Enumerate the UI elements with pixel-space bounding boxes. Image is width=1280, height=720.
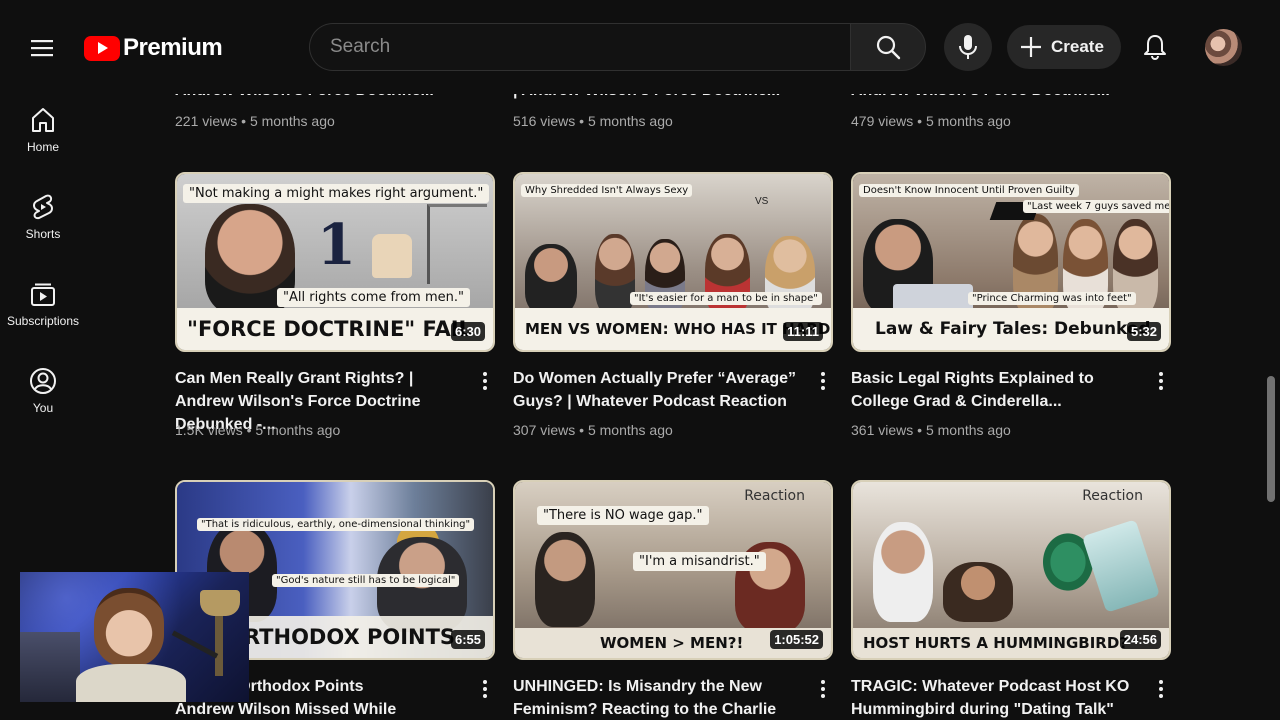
more-actions-button[interactable] (477, 370, 493, 392)
create-label: Create (1051, 37, 1104, 56)
menu-button[interactable] (24, 30, 60, 66)
video-title[interactable]: TRAGIC: Whatever Podcast Host KO Humming… (851, 675, 1141, 720)
play-logo-icon (84, 35, 120, 61)
video-title[interactable]: Basic Legal Rights Explained to College … (851, 367, 1141, 413)
upload-age: 5 months ago (249, 113, 335, 129)
thumb-quote: Why Shredded Isn't Always Sexy (521, 184, 693, 197)
duration-badge: 1:05:52 (770, 630, 823, 649)
upload-age: 5 months ago (255, 422, 341, 438)
video-thumbnail[interactable]: 1 "Not making a might makes right argume… (175, 172, 495, 352)
you-icon (30, 368, 56, 394)
scrollbar-thumb[interactable] (1267, 376, 1275, 502)
video-thumbnail[interactable]: Reaction "There is NO wage gap." "I'm a … (513, 480, 833, 660)
video-thumbnail[interactable]: Why Shredded Isn't Always Sexy VS "It's … (513, 172, 833, 352)
youtube-premium-logo[interactable]: Premium (84, 33, 223, 63)
sidebar-label-you: You (32, 401, 54, 415)
sidebar-label-subscriptions: Subscriptions (6, 314, 80, 328)
webcam-lamp-shade (200, 590, 240, 616)
search-box (309, 23, 850, 71)
search-input[interactable] (310, 24, 850, 70)
video-thumbnail[interactable]: Doesn't Know Innocent Until Proven Guilt… (851, 172, 1171, 352)
reaction-tag: Reaction (744, 488, 805, 504)
voice-search-button[interactable] (944, 23, 992, 71)
search-button[interactable] (850, 23, 926, 71)
video-meta: 361 views • 5 months ago (851, 422, 1011, 438)
thumb-quote: "Not making a might makes right argument… (183, 184, 490, 203)
more-actions-button[interactable] (815, 678, 831, 700)
hamburger-icon (31, 40, 53, 57)
brand-label: Premium (123, 34, 223, 61)
video-meta: 1.5K views • 5 months ago (175, 422, 341, 438)
video-meta: 307 views • 5 months ago (513, 422, 673, 438)
sidebar-label-shorts: Shorts (25, 227, 61, 241)
plus-icon (1021, 37, 1041, 57)
duration-badge: 5:32 (1126, 322, 1161, 341)
thumb-vs: VS (755, 196, 769, 207)
duration-badge: 11:11 (783, 322, 823, 341)
reaction-tag: Reaction (1082, 488, 1143, 504)
thumb-quote: "All rights come from men." (277, 288, 470, 307)
video-meta: 221 views • 5 months ago (175, 113, 335, 129)
more-actions-button[interactable] (1153, 678, 1169, 700)
upload-age: 5 months ago (925, 113, 1011, 129)
thumb-quote: "There is NO wage gap." (537, 506, 709, 525)
upload-age: 5 months ago (587, 422, 673, 438)
video-title[interactable]: Do Women Actually Prefer “Average” Guys?… (513, 367, 803, 413)
view-count: 221 views (175, 113, 238, 129)
fist-graphic (372, 234, 412, 278)
webcam-shirt (76, 664, 186, 702)
search-icon (876, 35, 901, 60)
duration-badge: 6:55 (450, 630, 485, 649)
sidebar-item-home[interactable]: Home (0, 106, 86, 176)
microphone-icon (959, 35, 977, 59)
account-avatar[interactable] (1205, 29, 1242, 66)
scales-graphic (427, 204, 487, 284)
thumb-quote: "That is ridiculous, earthly, one-dimens… (197, 518, 475, 531)
view-count: 479 views (851, 113, 914, 129)
home-icon (32, 108, 54, 132)
more-actions-button[interactable] (477, 678, 493, 700)
view-count: 516 views (513, 113, 576, 129)
view-count: 1.5K views (175, 422, 243, 438)
video-meta: 516 views • 5 months ago (513, 113, 673, 129)
thumb-quote: "It's easier for a man to be in shape" (630, 292, 822, 305)
duration-badge: 24:56 (1119, 630, 1161, 649)
webcam-couch (20, 632, 80, 702)
webcam-face (94, 588, 164, 666)
masthead: Premium Create (0, 0, 1280, 94)
thumb-quote: "I'm a misandrist." (633, 552, 766, 571)
view-count: 361 views (851, 422, 914, 438)
duration-badge: 6:30 (450, 322, 485, 341)
video-meta: 479 views • 5 months ago (851, 113, 1011, 129)
thumb-number: 1 (317, 212, 356, 278)
upload-age: 5 months ago (587, 113, 673, 129)
notifications-button[interactable] (1133, 25, 1177, 69)
subscriptions-icon (31, 283, 55, 306)
video-title[interactable]: UNHINGED: Is Misandry the New Feminism? … (513, 675, 803, 720)
thumb-banner: Law & Fairy Tales: Debunked (853, 308, 1169, 350)
more-actions-button[interactable] (1153, 370, 1169, 392)
shorts-icon (33, 194, 53, 220)
video-thumbnail[interactable]: Reaction HOST HURTS A HUMMINGBIRD? 24:56 (851, 480, 1171, 660)
sidebar-item-shorts[interactable]: Shorts (0, 193, 86, 263)
sidebar-item-subscriptions[interactable]: Subscriptions (0, 280, 86, 350)
sidebar-item-you[interactable]: You (0, 367, 86, 437)
create-button[interactable]: Create (1007, 25, 1121, 69)
webcam-overlay (20, 572, 249, 702)
video-title-line: Andrew Wilson Missed While Debatin... (175, 701, 397, 718)
more-actions-button[interactable] (815, 370, 831, 392)
thumb-quote: "Prince Charming was into feet" (968, 292, 1136, 305)
thumb-quote: "Last week 7 guys saved me out" (1023, 200, 1169, 213)
thumb-banner: "FORCE DOCTRINE" FAIL (177, 308, 493, 350)
thumb-quote: "God's nature still has to be logical" (272, 574, 460, 587)
thumb-quote: Doesn't Know Innocent Until Proven Guilt… (859, 184, 1079, 197)
view-count: 307 views (513, 422, 576, 438)
sidebar-label-home: Home (26, 140, 59, 154)
webcam-lamp-pole (215, 616, 223, 676)
upload-age: 5 months ago (925, 422, 1011, 438)
bell-icon (1144, 35, 1166, 60)
